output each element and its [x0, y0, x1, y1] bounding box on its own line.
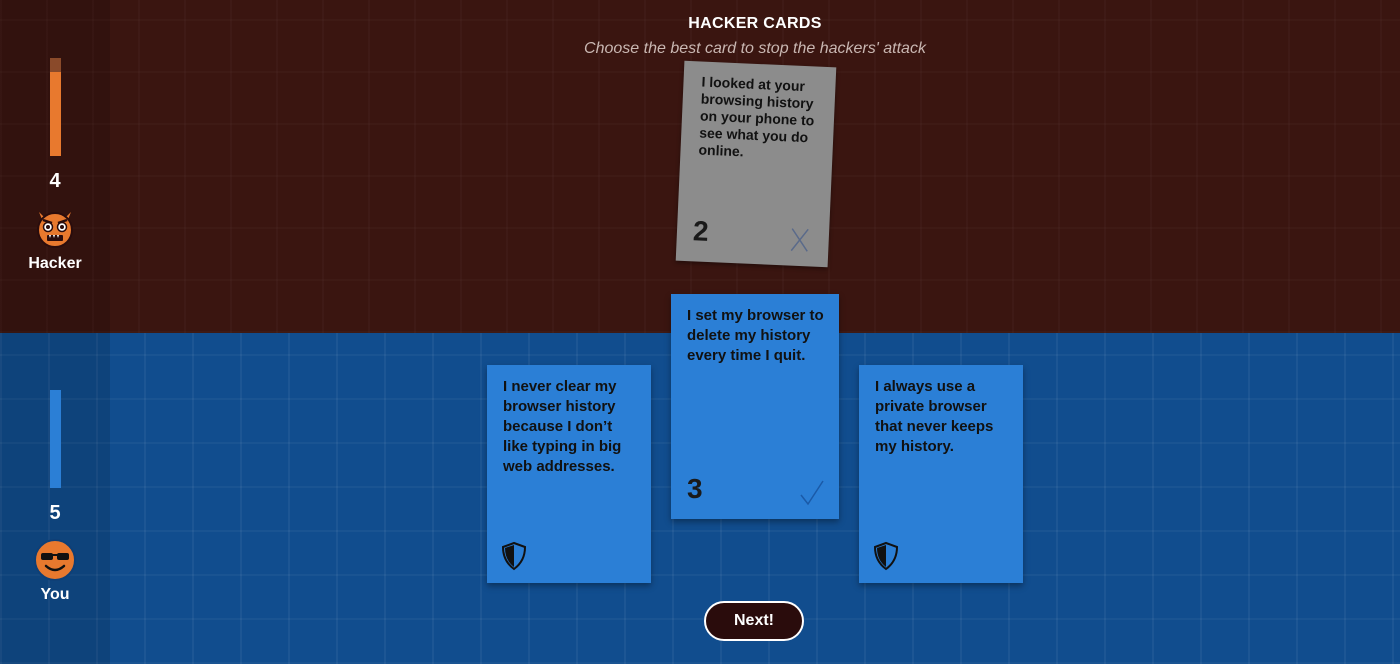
defense-card-3[interactable]: I always use a private browser that neve…: [859, 365, 1023, 583]
defense-card-1-text: I never clear my browser history because…: [503, 378, 622, 475]
player-meter-fill: [50, 390, 61, 488]
defense-card-2-number: 3: [687, 473, 703, 504]
hacker-label: Hacker: [28, 255, 82, 272]
defense-card-2-text: I set my browser to delete my history ev…: [687, 307, 824, 364]
player-score-meter: [50, 390, 61, 488]
hacker-score-meter: [50, 58, 61, 156]
game-title: HACKER CARDS: [688, 15, 822, 32]
devil-face-icon: [33, 206, 77, 250]
player-sidebar: [0, 333, 110, 664]
defense-card-1[interactable]: I never clear my browser history because…: [487, 365, 651, 583]
hacker-attack-card: I looked at your browsing history on you…: [675, 60, 837, 268]
hacker-card-number: 2: [692, 215, 710, 247]
shield-icon: [501, 541, 527, 571]
player-score: 5: [49, 502, 61, 524]
next-button[interactable]: Next!: [704, 601, 804, 641]
hacker-score: 4: [49, 170, 61, 192]
checkmark-icon: [799, 479, 824, 507]
hacker-card-text: I looked at your browsing history on you…: [698, 73, 815, 160]
hacker-meter-fill: [50, 71, 61, 156]
x-mark-icon: [788, 226, 811, 255]
shield-icon: [873, 541, 899, 571]
game-subtitle: Choose the best card to stop the hackers…: [584, 40, 926, 57]
sunglasses-smiley-icon: [33, 538, 77, 582]
player-label: You: [40, 586, 70, 603]
defense-card-3-text: I always use a private browser that neve…: [875, 378, 994, 455]
defense-card-2[interactable]: I set my browser to delete my history ev…: [671, 294, 839, 519]
